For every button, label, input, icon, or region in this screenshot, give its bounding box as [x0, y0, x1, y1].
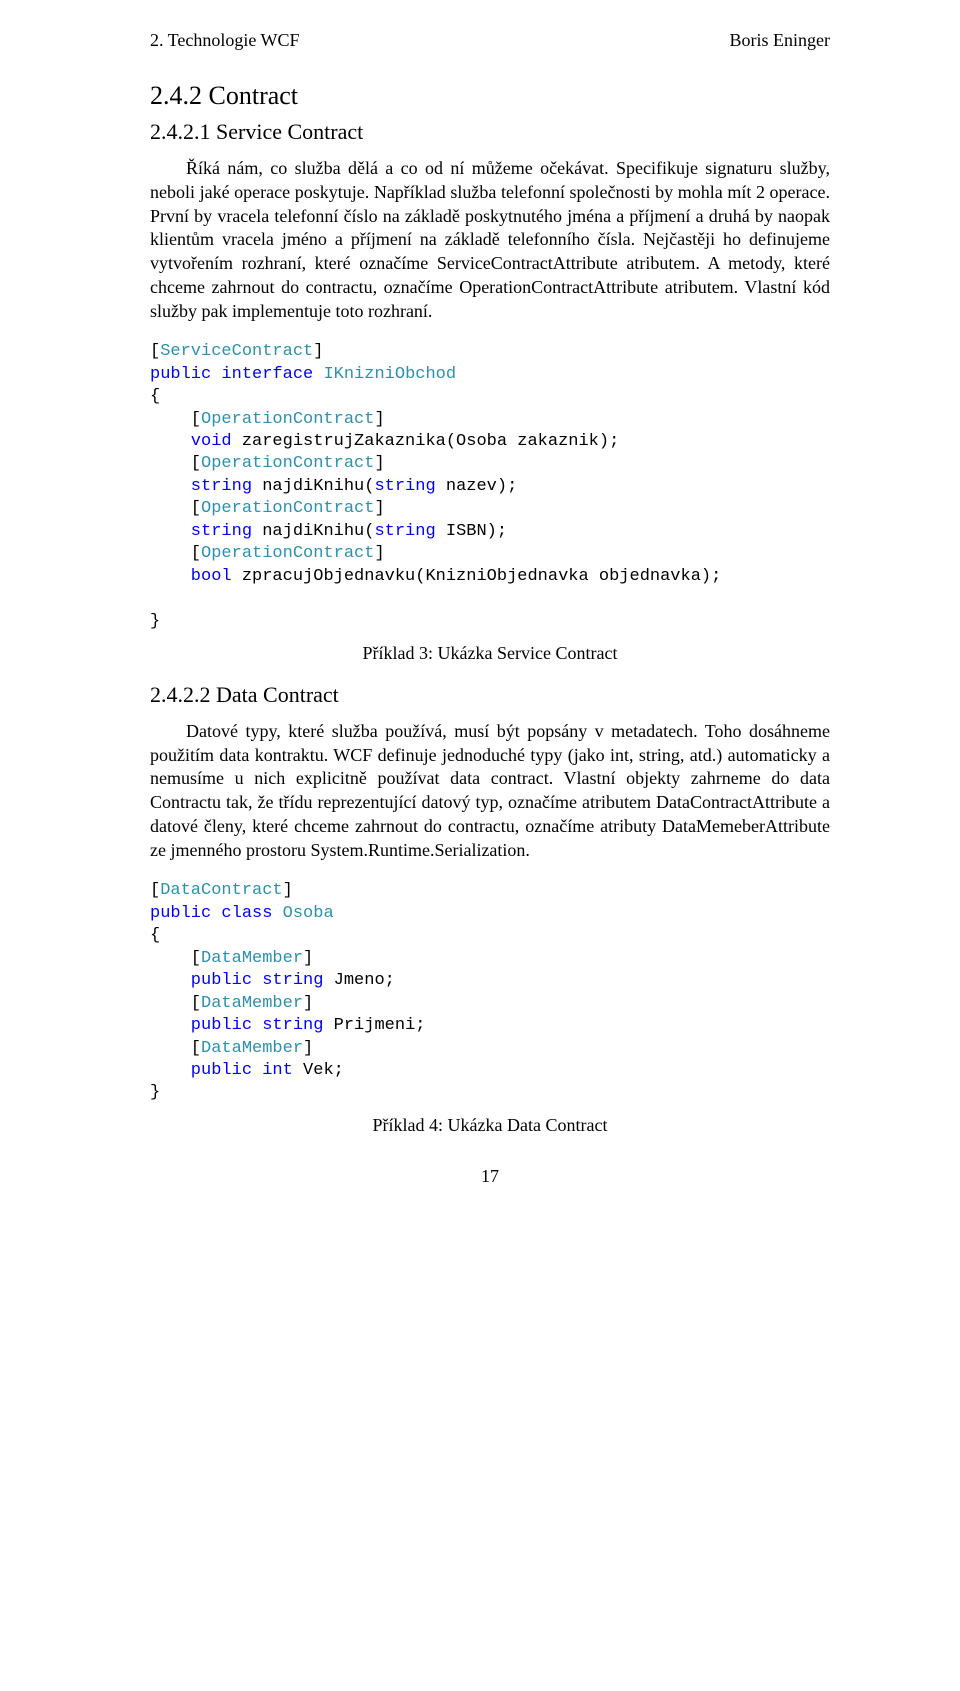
tok: Osoba — [283, 904, 334, 923]
subsection-heading-1: 2.4.2.1 Service Contract — [150, 119, 830, 145]
code-service-contract: [ServiceContract] public interface IKniz… — [150, 341, 830, 633]
page: 2. Technologie WCF Boris Eninger 2.4.2 C… — [70, 0, 890, 1227]
tok: ] — [374, 410, 384, 429]
tok: Jmeno; — [323, 971, 394, 990]
tok: { — [150, 387, 160, 406]
tok: ] — [374, 544, 384, 563]
tok: class — [221, 904, 272, 923]
tok: Vek; — [293, 1061, 344, 1080]
tok: DataMember — [201, 1039, 303, 1058]
header-right: Boris Eninger — [730, 30, 831, 51]
caption-code-2: Příklad 4: Ukázka Data Contract — [150, 1115, 830, 1136]
tok: void — [150, 432, 232, 451]
tok: } — [150, 1083, 160, 1102]
tok: public — [150, 971, 252, 990]
tok: string — [150, 522, 252, 541]
tok: ServiceContract — [160, 342, 313, 361]
tok: [ — [150, 544, 201, 563]
tok: [ — [150, 949, 201, 968]
tok: string — [374, 477, 435, 496]
tok: string — [374, 522, 435, 541]
tok: ] — [303, 994, 313, 1013]
section-heading: 2.4.2 Contract — [150, 81, 830, 111]
tok: DataMember — [201, 994, 303, 1013]
tok: OperationContract — [201, 454, 374, 473]
running-header: 2. Technologie WCF Boris Eninger — [150, 30, 830, 51]
tok: DataMember — [201, 949, 303, 968]
tok: string — [262, 971, 323, 990]
tok: [ — [150, 1039, 201, 1058]
code-data-contract: [DataContract] public class Osoba { [Dat… — [150, 880, 830, 1104]
tok: public — [150, 365, 211, 384]
tok: ] — [303, 949, 313, 968]
tok: ] — [374, 454, 384, 473]
tok: [ — [150, 499, 201, 518]
tok: public — [150, 1061, 252, 1080]
tok: ] — [374, 499, 384, 518]
tok: [ — [150, 410, 201, 429]
tok: string — [150, 477, 252, 496]
tok: Prijmeni; — [323, 1016, 425, 1035]
tok: nazev); — [436, 477, 518, 496]
tok: interface — [221, 365, 313, 384]
tok: ISBN); — [436, 522, 507, 541]
tok: { — [150, 926, 160, 945]
tok: OperationContract — [201, 410, 374, 429]
tok: [ — [150, 454, 201, 473]
tok: DataContract — [160, 881, 282, 900]
tok: najdiKnihu( — [252, 522, 374, 541]
tok: string — [262, 1016, 323, 1035]
tok: ] — [303, 1039, 313, 1058]
tok: [ — [150, 881, 160, 900]
tok: ] — [313, 342, 323, 361]
tok: int — [262, 1061, 293, 1080]
tok: bool — [150, 567, 232, 586]
page-number: 17 — [150, 1166, 830, 1187]
tok: public — [150, 1016, 252, 1035]
tok: } — [150, 612, 160, 631]
tok: OperationContract — [201, 499, 374, 518]
tok: zaregistrujZakaznika(Osoba zakaznik); — [232, 432, 620, 451]
tok: ] — [283, 881, 293, 900]
tok: IKnizniObchod — [323, 365, 456, 384]
subsection-heading-2: 2.4.2.2 Data Contract — [150, 682, 830, 708]
tok: [ — [150, 994, 201, 1013]
tok: [ — [150, 342, 160, 361]
tok: public — [150, 904, 211, 923]
paragraph-service-contract: Říká nám, co služba dělá a co od ní může… — [150, 157, 830, 323]
header-left: 2. Technologie WCF — [150, 30, 300, 51]
paragraph-data-contract: Datové typy, které služba používá, musí … — [150, 720, 830, 863]
tok: zpracujObjednavku(KnizniObjednavka objed… — [232, 567, 722, 586]
tok: OperationContract — [201, 544, 374, 563]
tok: najdiKnihu( — [252, 477, 374, 496]
caption-code-1: Příklad 3: Ukázka Service Contract — [150, 643, 830, 664]
